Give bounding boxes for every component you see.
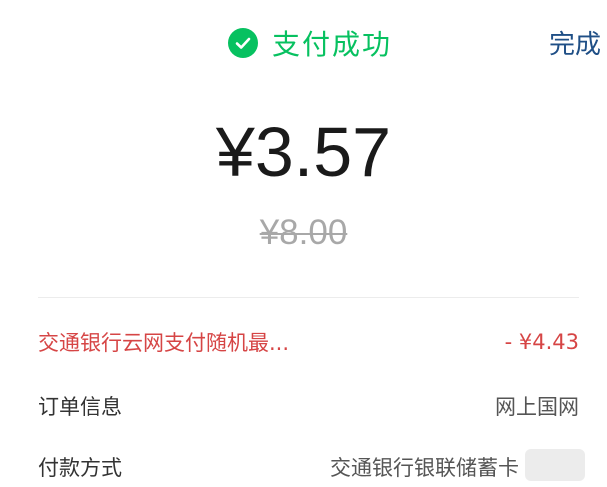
discount-value: - ¥4.43: [504, 330, 579, 354]
discount-label: 交通银行云网支付随机最...: [38, 331, 290, 355]
status-text: 支付成功: [272, 28, 393, 61]
payment-status: 支付成功: [228, 22, 392, 64]
original-amount: ¥8.00: [259, 213, 348, 252]
card-number-mask: [525, 449, 585, 481]
payment-method-label: 付款方式: [38, 456, 122, 480]
discount-row[interactable]: 交通银行云网支付随机最... - ¥4.43: [38, 322, 579, 362]
done-button[interactable]: 完成: [549, 24, 601, 61]
order-info-value: 网上国网: [495, 395, 579, 419]
payment-method-value: 交通银行银联储蓄卡: [330, 456, 519, 480]
payment-method-row[interactable]: 付款方式 交通银行银联储蓄卡: [38, 447, 579, 487]
divider: [38, 297, 579, 298]
paid-amount: ¥3.57: [215, 113, 392, 191]
result-header: 支付成功 完成: [0, 0, 607, 86]
order-info-label: 订单信息: [38, 395, 122, 419]
order-info-row[interactable]: 订单信息 网上国网: [38, 386, 579, 426]
check-circle-icon: [228, 28, 258, 58]
